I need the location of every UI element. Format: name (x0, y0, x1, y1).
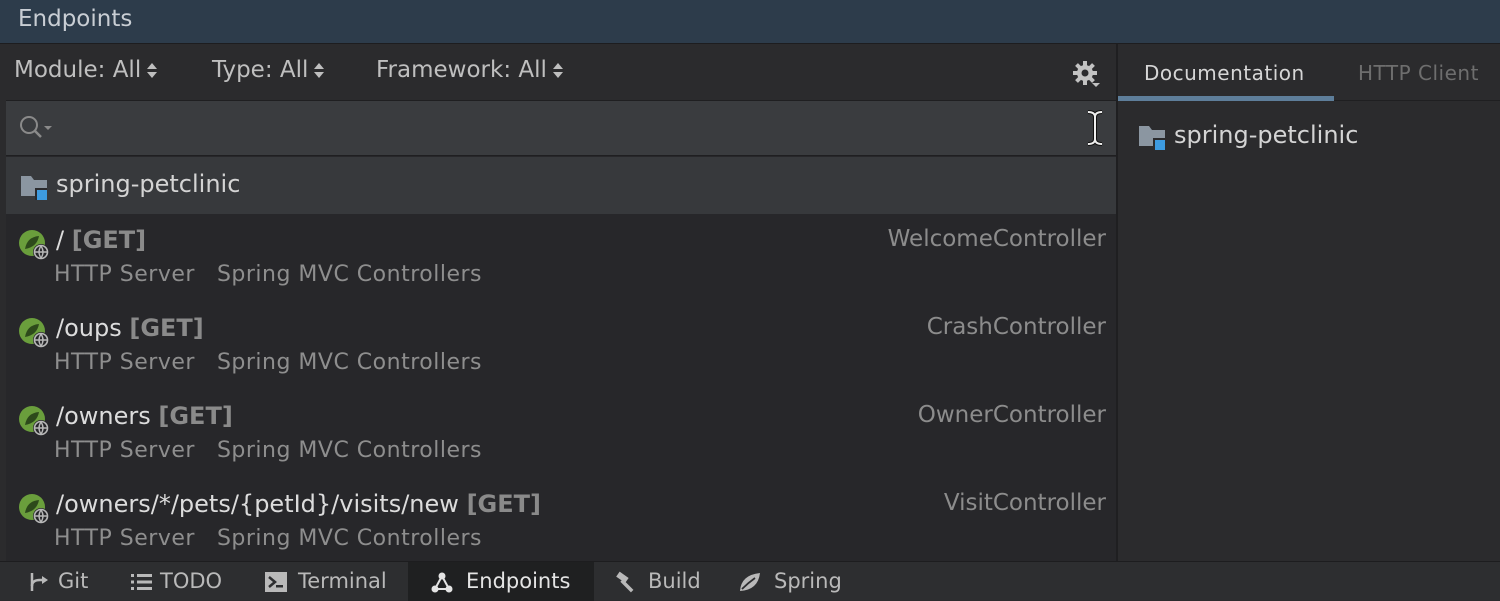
search-bar (6, 101, 1116, 156)
module-folder-icon (1139, 126, 1165, 150)
tool-terminal[interactable]: Terminal (254, 562, 404, 601)
documentation-title: spring-petclinic (1174, 121, 1359, 149)
active-tab-indicator (1118, 96, 1334, 101)
endpoint-framework: Spring MVC Controllers (216, 438, 482, 463)
endpoint-server-type: HTTP Server (54, 350, 195, 375)
list-icon (131, 574, 152, 590)
endpoint-path: /owners (56, 402, 151, 430)
tab-http-client[interactable]: HTTP Client (1358, 61, 1479, 85)
endpoint-server-type: HTTP Server (54, 262, 195, 287)
spring-endpoint-icon (19, 406, 49, 436)
module-folder-icon (21, 176, 47, 200)
spring-endpoint-icon (19, 230, 49, 260)
details-tabs: Documentation HTTP Client (1118, 44, 1500, 101)
tool-window-header: Endpoints (0, 0, 1500, 44)
tool-endpoints-label: Endpoints (466, 569, 571, 593)
endpoint-method: [GET] (158, 402, 233, 430)
bottom-tool-bar: Git TODO Terminal Endpoints Build Spring (0, 561, 1500, 601)
spring-leaf-icon (740, 573, 760, 591)
tab-documentation[interactable]: Documentation (1144, 61, 1305, 85)
spring-endpoint-icon (19, 318, 49, 348)
text-cursor-icon (1087, 110, 1103, 146)
gear-icon[interactable] (1072, 60, 1100, 88)
endpoint-framework: Spring MVC Controllers (216, 350, 482, 375)
search-icon[interactable] (18, 114, 58, 142)
tool-spring[interactable]: Spring (728, 562, 858, 601)
endpoint-row[interactable]: /owners [GET] OwnerController HTTP Serve… (6, 392, 1116, 480)
updown-arrows-icon (314, 61, 325, 81)
tool-build-label: Build (648, 569, 701, 593)
tool-window-title: Endpoints (18, 6, 133, 32)
endpoint-controller: VisitController (943, 490, 1106, 516)
endpoint-method: [GET] (466, 490, 541, 518)
endpoint-path: / (56, 226, 65, 254)
tool-spring-label: Spring (774, 569, 842, 593)
endpoint-framework: Spring MVC Controllers (216, 262, 482, 287)
endpoint-row[interactable]: /oups [GET] CrashController HTTP Server S… (6, 304, 1116, 392)
endpoint-path: /owners/*/pets/{petId}/visits/new (56, 490, 459, 518)
tool-todo[interactable]: TODO (118, 562, 242, 601)
endpoint-controller: WelcomeController (887, 226, 1106, 252)
tool-terminal-label: Terminal (298, 569, 387, 593)
project-name: spring-petclinic (56, 170, 241, 198)
framework-filter-label: Framework: All (376, 57, 547, 83)
updown-arrows-icon (147, 61, 158, 81)
tool-git[interactable]: Git (14, 562, 114, 601)
endpoint-server-type: HTTP Server (54, 438, 195, 463)
search-input[interactable] (58, 109, 1062, 147)
module-filter[interactable]: Module: All (14, 57, 158, 83)
endpoint-row[interactable]: /owners/*/pets/{petId}/visits/new [GET] … (6, 480, 1116, 561)
tool-git-label: Git (58, 569, 89, 593)
endpoint-method: [GET] (129, 314, 204, 342)
endpoint-method: [GET] (71, 226, 147, 254)
endpoints-icon (431, 572, 453, 593)
filter-toolbar: Module: All Type: All Framework: All (6, 44, 1116, 101)
project-node[interactable]: spring-petclinic (6, 157, 1116, 214)
type-filter[interactable]: Type: All (212, 57, 325, 83)
tool-endpoints[interactable]: Endpoints (408, 562, 594, 601)
terminal-icon (265, 572, 287, 592)
git-branch-icon (30, 573, 48, 591)
updown-arrows-icon (552, 61, 563, 81)
tool-build[interactable]: Build (602, 562, 722, 601)
endpoint-framework: Spring MVC Controllers (216, 526, 482, 551)
endpoint-controller: OwnerController (917, 402, 1106, 428)
framework-filter[interactable]: Framework: All (376, 57, 563, 83)
details-pane: Documentation HTTP Client spring-petclin… (1118, 44, 1500, 561)
spring-endpoint-icon (19, 494, 49, 524)
tool-todo-label: TODO (160, 569, 223, 593)
endpoint-controller: CrashController (926, 314, 1106, 340)
type-filter-label: Type: All (212, 57, 309, 83)
endpoint-row[interactable]: / [GET] WelcomeController HTTP Server Spr… (6, 216, 1116, 304)
module-filter-label: Module: All (14, 57, 142, 83)
endpoint-server-type: HTTP Server (54, 526, 195, 551)
endpoints-list-pane: Module: All Type: All Framework: All spr… (6, 44, 1116, 561)
hammer-icon (616, 571, 634, 593)
endpoint-path: /oups (56, 314, 122, 342)
